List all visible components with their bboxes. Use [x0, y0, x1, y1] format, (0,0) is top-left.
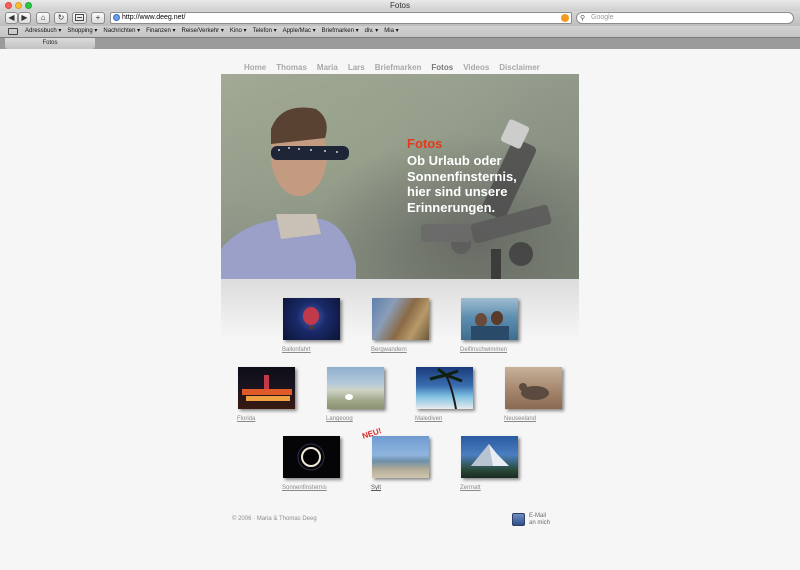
hero-text: Ob Urlaub oder Sonnenfinsternis, hier si… — [407, 153, 517, 215]
bookmark-item[interactable]: Briefmarken ▾ — [322, 26, 359, 37]
caption-malediven[interactable]: Malediven — [401, 416, 487, 422]
gallery-item-bergwandern[interactable]: Bergwandern — [357, 298, 443, 353]
caption-florida[interactable]: Florida — [223, 416, 309, 422]
address-bar[interactable]: http://www.deeg.net/ — [110, 12, 572, 24]
close-window-button[interactable] — [5, 2, 12, 9]
address-bar-url: http://www.deeg.net/ — [122, 14, 186, 21]
gallery-item-sonnenfinsternis[interactable]: Sonnenfinsternis — [268, 436, 354, 491]
gallery-item-langeoog[interactable]: Langeoog — [312, 367, 398, 422]
email-link[interactable]: E-Mail an mich — [512, 513, 550, 526]
bookmark-item[interactable]: Reise/Verkehr ▾ — [182, 26, 224, 37]
nav-home[interactable]: Home — [244, 63, 266, 72]
nav-thomas[interactable]: Thomas — [276, 63, 307, 72]
hero-banner: Fotos Ob Urlaub oder Sonnenfinsternis, h… — [221, 74, 579, 279]
reload-icon: ↻ — [57, 13, 65, 22]
site-nav: Home Thomas Maria Lars Briefmarken Fotos… — [244, 63, 540, 72]
window-controls — [5, 2, 32, 9]
bookmarks-list: Adressbuch ▾ Shopping ▾ Nachrichten ▾ Finan… — [25, 26, 399, 37]
reload-button[interactable]: ↻ — [54, 12, 68, 24]
search-field[interactable]: ⚲ Google — [576, 12, 794, 24]
home-button[interactable]: ⌂ — [36, 12, 50, 24]
bookmark-item[interactable]: Telefon ▾ — [253, 26, 277, 37]
caption-bergwandern[interactable]: Bergwandern — [357, 347, 443, 353]
add-bookmark-button[interactable]: + — [91, 12, 105, 24]
gallery-item-neuseeland[interactable]: Neuseeland — [490, 367, 576, 422]
search-icon: ⚲ — [580, 15, 586, 22]
caption-ballonfahrt[interactable]: Ballonfahrt — [268, 347, 354, 353]
bookmark-item[interactable]: Finanzen ▾ — [146, 26, 175, 37]
thumbnail-florida[interactable] — [237, 367, 295, 409]
add-icon: + — [95, 13, 101, 22]
gallery-item-delfinschwimmen[interactable]: Delfinschwimmen — [446, 298, 532, 353]
thumbnail-langeoog[interactable] — [326, 367, 384, 409]
tab-fotos[interactable]: Fotos — [5, 38, 95, 49]
bookmark-item[interactable]: div. ▾ — [365, 26, 379, 37]
web-page: Home Thomas Maria Lars Briefmarken Fotos… — [0, 49, 800, 570]
caption-sonnenfinsternis[interactable]: Sonnenfinsternis — [268, 485, 354, 491]
window-titlebar: Fotos — [0, 0, 800, 11]
bookmark-item[interactable]: Shopping ▾ — [67, 26, 97, 37]
search-placeholder: Google — [591, 14, 614, 21]
thumbnail-malediven[interactable] — [415, 367, 473, 409]
nav-fotos[interactable]: Fotos — [431, 63, 453, 72]
bookmarks-bar: Adressbuch ▾ Shopping ▾ Nachrichten ▾ Finan… — [0, 26, 800, 37]
thumbnail-sonnenfinsternis[interactable] — [282, 436, 340, 478]
thumbnail-bergwandern[interactable] — [371, 298, 429, 340]
hero-title: Fotos — [407, 136, 443, 151]
bookmark-item[interactable]: Apple/Mac ▾ — [283, 26, 316, 37]
rss-icon[interactable] — [561, 14, 569, 22]
gallery-item-sylt[interactable]: Sylt — [357, 436, 443, 491]
caption-delfinschwimmen[interactable]: Delfinschwimmen — [446, 347, 532, 353]
thumbnail-delfinschwimmen[interactable] — [460, 298, 518, 340]
gallery-item-zermatt[interactable]: Zermatt — [446, 436, 532, 491]
gallery-item-ballonfahrt[interactable]: Ballonfahrt — [268, 298, 354, 353]
caption-zermatt[interactable]: Zermatt — [446, 485, 532, 491]
minimize-window-button[interactable] — [15, 2, 22, 9]
browser-toolbar: ◀ ▶ ⌂ ↻ + http://www.deeg.net/ ⚲ Google — [0, 11, 800, 26]
back-icon: ◀ — [8, 13, 15, 22]
forward-icon: ▶ — [21, 13, 28, 22]
back-button[interactable]: ◀ — [5, 12, 18, 24]
bookmark-item[interactable]: Kino ▾ — [230, 26, 247, 37]
nav-disclaimer[interactable]: Disclaimer — [499, 63, 539, 72]
zoom-window-button[interactable] — [25, 2, 32, 9]
book-icon[interactable] — [8, 28, 18, 35]
bookmarks-view-button[interactable] — [72, 12, 87, 24]
nav-maria[interactable]: Maria — [317, 63, 338, 72]
thumbnail-neuseeland[interactable] — [504, 367, 562, 409]
caption-sylt[interactable]: Sylt — [357, 485, 443, 491]
forward-button[interactable]: ▶ — [18, 12, 31, 24]
bookmark-item[interactable]: Mia ▾ — [384, 26, 398, 37]
email-link-line2[interactable]: an mich — [529, 520, 550, 526]
thumbnail-sylt[interactable] — [371, 436, 429, 478]
footer-copyright: © 2006 · Maria & Thomas Deeg — [232, 516, 317, 522]
home-icon: ⌂ — [40, 13, 46, 22]
bookmarks-view-icon — [75, 14, 84, 21]
bookmark-item[interactable]: Nachrichten ▾ — [103, 26, 140, 37]
thumbnail-ballonfahrt[interactable] — [282, 298, 340, 340]
tab-bar: Fotos — [0, 37, 800, 49]
caption-neuseeland[interactable]: Neuseeland — [490, 416, 576, 422]
caption-langeoog[interactable]: Langeoog — [312, 416, 398, 422]
globe-icon — [113, 14, 120, 21]
nav-lars[interactable]: Lars — [348, 63, 365, 72]
email-link-line1[interactable]: E-Mail — [529, 513, 546, 519]
mail-icon[interactable] — [512, 513, 525, 526]
nav-videos[interactable]: Videos — [463, 63, 489, 72]
gallery-item-malediven[interactable]: Malediven — [401, 367, 487, 422]
gallery-item-florida[interactable]: Florida — [223, 367, 309, 422]
thumbnail-zermatt[interactable] — [460, 436, 518, 478]
nav-briefmarken[interactable]: Briefmarken — [375, 63, 422, 72]
window-title: Fotos — [389, 1, 410, 10]
bookmark-item[interactable]: Adressbuch ▾ — [25, 26, 61, 37]
